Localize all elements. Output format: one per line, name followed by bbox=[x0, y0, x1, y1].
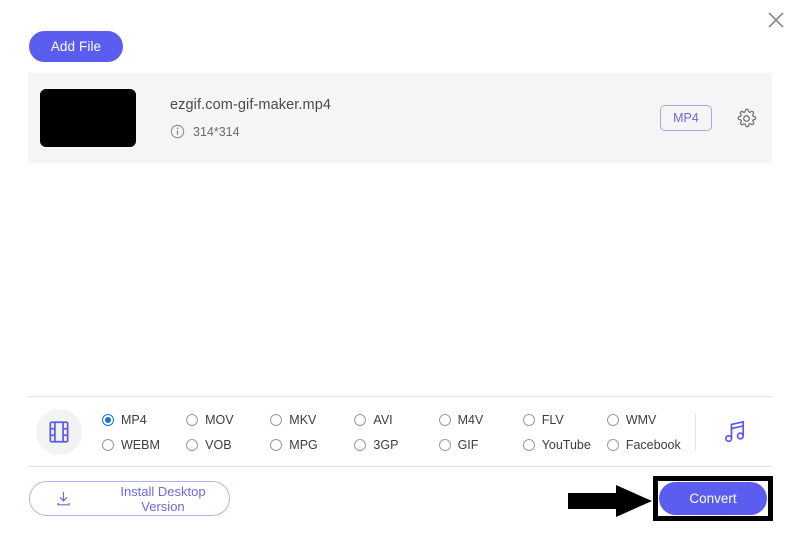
add-file-label: Add File bbox=[50, 39, 102, 54]
close-icon bbox=[768, 12, 784, 28]
install-desktop-version-label: Install Desktop Version bbox=[120, 483, 206, 514]
format-option-label: WMV bbox=[625, 412, 657, 427]
film-strip-icon bbox=[49, 421, 69, 443]
radio-icon bbox=[606, 413, 619, 426]
format-option-m4v[interactable]: M4V bbox=[438, 407, 523, 432]
radio-icon bbox=[354, 438, 367, 451]
format-option-label: MPG bbox=[289, 437, 318, 452]
file-format-badge-label: MP4 bbox=[673, 111, 699, 125]
radio-icon bbox=[186, 438, 199, 451]
info-icon[interactable] bbox=[170, 124, 185, 139]
radio-icon bbox=[102, 438, 114, 451]
convert-button-highlight: Convert bbox=[653, 476, 773, 521]
format-option-label: 3GP bbox=[373, 437, 399, 452]
file-resolution: 314*314 bbox=[193, 124, 240, 139]
video-thumbnail[interactable] bbox=[40, 89, 136, 147]
arrow-right-annotation bbox=[568, 485, 652, 517]
file-settings-button[interactable] bbox=[734, 106, 758, 130]
format-option-webm[interactable]: WEBM bbox=[102, 432, 186, 457]
radio-icon bbox=[438, 438, 451, 451]
format-option-label: MKV bbox=[289, 412, 317, 427]
gear-icon bbox=[737, 108, 756, 127]
install-desktop-version-button[interactable]: Install Desktop Version bbox=[29, 481, 230, 516]
format-option-youtube[interactable]: YouTube bbox=[522, 432, 607, 457]
format-option-mp4[interactable]: MP4 bbox=[102, 407, 186, 432]
add-file-button[interactable]: Add File bbox=[29, 31, 123, 62]
radio-icon bbox=[102, 413, 114, 426]
format-option-mov[interactable]: MOV bbox=[186, 407, 270, 432]
radio-icon bbox=[522, 438, 535, 451]
radio-icon bbox=[186, 413, 199, 426]
radio-icon bbox=[522, 413, 535, 426]
audio-formats-tab[interactable] bbox=[718, 415, 752, 449]
format-bar-top-divider bbox=[28, 396, 772, 397]
file-list-item[interactable]: ezgif.com-gif-maker.mp4 314*314 MP4 bbox=[28, 73, 772, 163]
format-option-mkv[interactable]: MKV bbox=[270, 407, 354, 432]
format-option-label: VOB bbox=[205, 437, 232, 452]
radio-icon bbox=[438, 413, 451, 426]
format-option-label: MP4 bbox=[121, 412, 147, 427]
format-option-vob[interactable]: VOB bbox=[186, 432, 270, 457]
music-note-icon bbox=[725, 420, 745, 443]
format-option-wmv[interactable]: WMV bbox=[606, 407, 691, 432]
radio-icon bbox=[354, 413, 367, 426]
format-option-label: YouTube bbox=[541, 437, 591, 452]
format-option-label: GIF bbox=[457, 437, 479, 452]
format-option-mpg[interactable]: MPG bbox=[270, 432, 354, 457]
format-option-label: MOV bbox=[205, 412, 234, 427]
video-formats-tab[interactable] bbox=[36, 409, 82, 455]
radio-icon bbox=[270, 438, 283, 451]
file-list: ezgif.com-gif-maker.mp4 314*314 MP4 bbox=[28, 73, 772, 163]
convert-button-label: Convert bbox=[689, 491, 737, 506]
convert-button[interactable]: Convert bbox=[659, 482, 767, 515]
format-option-label: AVI bbox=[373, 412, 393, 427]
radio-icon bbox=[606, 438, 619, 451]
format-radio-group: MP4 MOV MKV AVI M4V FLV WMV WEBM VOB MPG… bbox=[102, 407, 691, 457]
file-subinfo: 314*314 bbox=[170, 124, 660, 139]
radio-icon bbox=[270, 413, 283, 426]
format-option-avi[interactable]: AVI bbox=[354, 407, 438, 432]
format-option-gif[interactable]: GIF bbox=[438, 432, 523, 457]
file-format-badge[interactable]: MP4 bbox=[660, 105, 712, 131]
file-meta: ezgif.com-gif-maker.mp4 314*314 bbox=[170, 97, 660, 139]
format-option-label: FLV bbox=[541, 412, 564, 427]
format-bar-bottom-divider bbox=[28, 466, 772, 467]
format-option-facebook[interactable]: Facebook bbox=[606, 432, 691, 457]
file-name: ezgif.com-gif-maker.mp4 bbox=[170, 97, 332, 113]
format-option-3gp[interactable]: 3GP bbox=[354, 432, 438, 457]
format-option-label: M4V bbox=[457, 412, 484, 427]
download-icon bbox=[57, 491, 70, 506]
format-option-flv[interactable]: FLV bbox=[522, 407, 607, 432]
format-option-label: Facebook bbox=[625, 437, 681, 452]
output-format-bar: MP4 MOV MKV AVI M4V FLV WMV WEBM VOB MPG… bbox=[28, 398, 772, 466]
format-option-label: WEBM bbox=[121, 437, 160, 452]
format-bar-vertical-divider bbox=[695, 413, 696, 451]
video-converter-window: Add File ezgif.com-gif-maker.mp4 314*314… bbox=[0, 0, 800, 542]
close-button[interactable] bbox=[760, 4, 792, 36]
